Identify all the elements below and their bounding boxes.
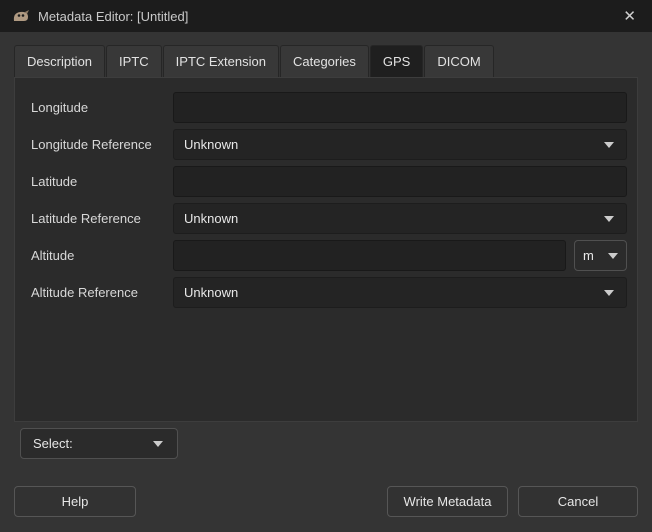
write-metadata-button[interactable]: Write Metadata: [387, 486, 508, 517]
altitude-input[interactable]: [173, 240, 566, 271]
altitude-label: Altitude: [31, 248, 173, 263]
titlebar[interactable]: Metadata Editor: [Untitled] ✕: [0, 0, 652, 32]
latitude-input[interactable]: [173, 166, 627, 197]
latitude-label: Latitude: [31, 174, 173, 189]
latitude-row: Latitude: [31, 166, 627, 197]
longitude-reference-row: Longitude Reference Unknown: [31, 129, 627, 160]
latitude-reference-dropdown[interactable]: Unknown: [173, 203, 627, 234]
tab-categories[interactable]: Categories: [280, 45, 369, 77]
metadata-editor-window: Metadata Editor: [Untitled] ✕ Descriptio…: [0, 0, 652, 532]
gps-panel: Longitude Longitude Reference Unknown La…: [14, 77, 638, 422]
latitude-reference-label: Latitude Reference: [31, 211, 173, 226]
longitude-reference-label: Longitude Reference: [31, 137, 173, 152]
altitude-reference-label: Altitude Reference: [31, 285, 173, 300]
select-row: Select:: [20, 428, 638, 459]
latitude-reference-value: Unknown: [184, 211, 238, 226]
close-icon[interactable]: ✕: [619, 7, 640, 26]
longitude-reference-value: Unknown: [184, 137, 238, 152]
longitude-label: Longitude: [31, 100, 173, 115]
altitude-unit-value: m: [583, 248, 594, 263]
select-dropdown-label: Select:: [33, 436, 73, 451]
tab-dicom[interactable]: DICOM: [424, 45, 493, 77]
longitude-reference-dropdown[interactable]: Unknown: [173, 129, 627, 160]
tab-description[interactable]: Description: [14, 45, 105, 77]
gimp-wilber-icon: [12, 9, 30, 23]
cancel-button[interactable]: Cancel: [518, 486, 638, 517]
chevron-down-icon: [604, 216, 614, 222]
tab-bar: Description IPTC IPTC Extension Categori…: [14, 45, 638, 77]
chevron-down-icon: [608, 253, 618, 259]
altitude-unit-dropdown[interactable]: m: [574, 240, 627, 271]
select-dropdown[interactable]: Select:: [20, 428, 178, 459]
longitude-row: Longitude: [31, 92, 627, 123]
altitude-reference-row: Altitude Reference Unknown: [31, 277, 627, 308]
chevron-down-icon: [604, 142, 614, 148]
altitude-row: Altitude m: [31, 240, 627, 271]
altitude-reference-dropdown[interactable]: Unknown: [173, 277, 627, 308]
window-title: Metadata Editor: [Untitled]: [38, 9, 619, 24]
chevron-down-icon: [153, 441, 163, 447]
footer: Help Write Metadata Cancel: [0, 486, 652, 532]
latitude-reference-row: Latitude Reference Unknown: [31, 203, 627, 234]
altitude-reference-value: Unknown: [184, 285, 238, 300]
help-button[interactable]: Help: [14, 486, 136, 517]
tab-gps[interactable]: GPS: [370, 45, 423, 77]
chevron-down-icon: [604, 290, 614, 296]
longitude-input[interactable]: [173, 92, 627, 123]
tab-iptc-extension[interactable]: IPTC Extension: [163, 45, 279, 77]
tab-iptc[interactable]: IPTC: [106, 45, 162, 77]
